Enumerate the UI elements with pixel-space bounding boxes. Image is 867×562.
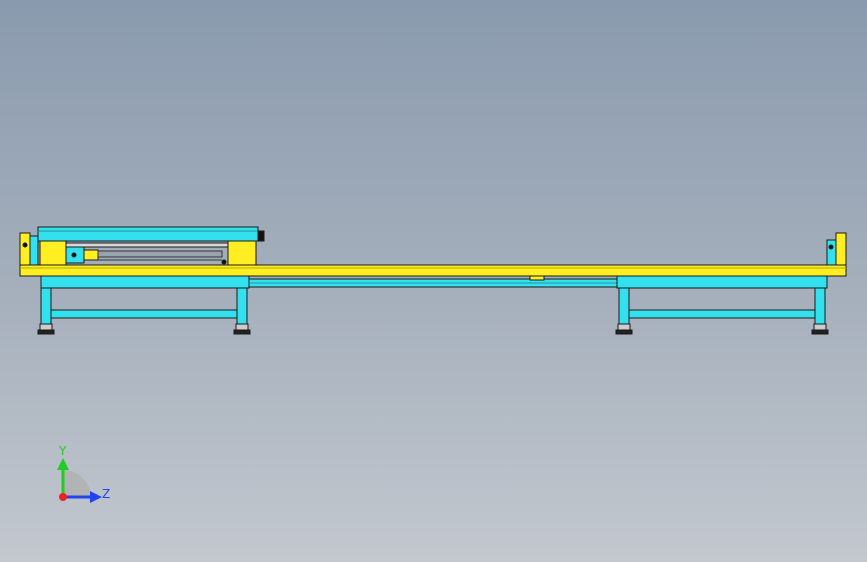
model-view[interactable]: Y Z xyxy=(0,0,867,562)
left-support-frame[interactable] xyxy=(37,275,251,335)
z-axis-label: Z xyxy=(102,487,110,501)
graphics-viewport[interactable]: Y Z xyxy=(0,0,867,562)
right-support-frame[interactable] xyxy=(615,275,829,335)
left-end-stop[interactable] xyxy=(19,232,39,266)
middle-beam[interactable] xyxy=(248,278,618,288)
y-axis-label: Y xyxy=(58,444,67,458)
triad-plane xyxy=(63,470,91,497)
conveyor-assembly[interactable] xyxy=(19,226,847,335)
carriage[interactable] xyxy=(37,226,265,266)
z-axis-arrow-icon xyxy=(90,491,102,503)
coordinate-triad[interactable]: Y Z xyxy=(57,444,110,503)
right-end-stop[interactable] xyxy=(826,232,847,266)
x-axis-dot-icon xyxy=(59,493,67,501)
y-axis-arrow-icon xyxy=(57,458,69,470)
